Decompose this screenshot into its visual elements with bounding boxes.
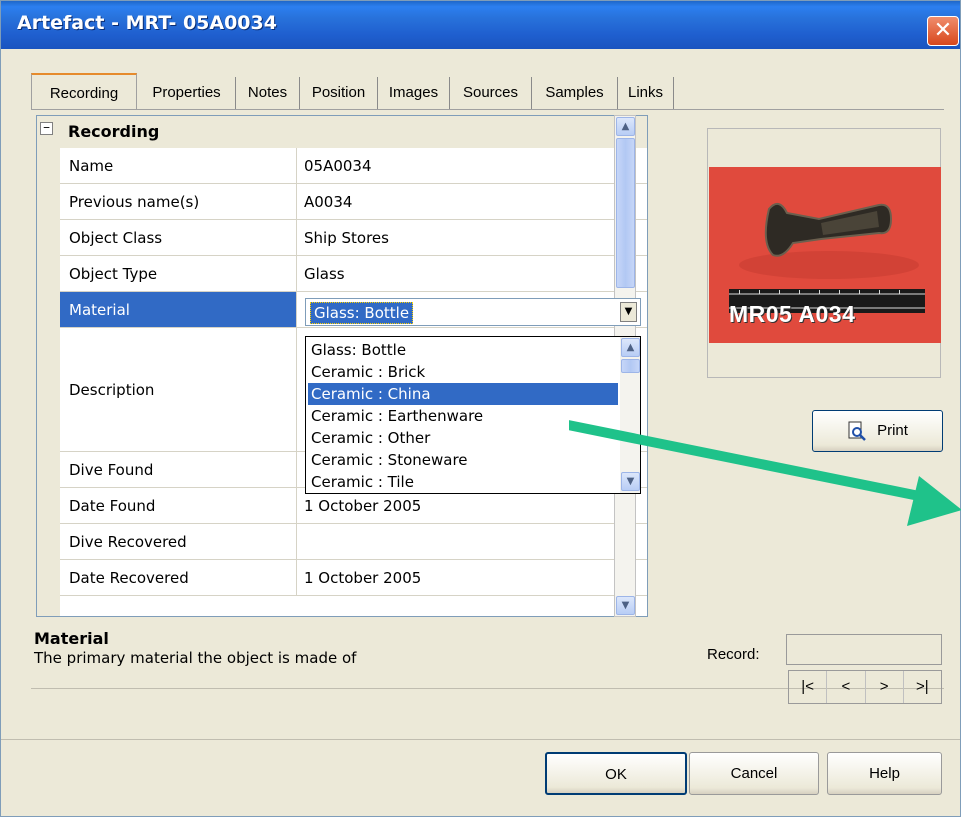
property-name: Material	[69, 300, 130, 319]
photo-caption: MR05 A034	[729, 301, 856, 327]
tab-recording[interactable]: Recording	[31, 73, 137, 109]
tab-notes[interactable]: Notes	[236, 77, 300, 109]
property-value[interactable]: Ship Stores	[304, 220, 624, 255]
cell-divider	[296, 560, 297, 595]
tab-position[interactable]: Position	[300, 77, 378, 109]
dropdown-option[interactable]: Glass: Bottle	[308, 339, 618, 361]
annotation-arrow	[569, 420, 961, 526]
next-record-button[interactable]: >	[866, 671, 904, 703]
first-record-button[interactable]: |<	[789, 671, 828, 703]
help-button[interactable]: Help	[827, 752, 942, 795]
tab-properties[interactable]: Properties	[138, 77, 236, 109]
property-value[interactable]: A0034	[304, 184, 624, 219]
tab-strip: Recording Properties Notes Position Imag…	[31, 73, 751, 109]
property-name: Object Type	[69, 264, 158, 283]
property-name: Previous name(s)	[69, 192, 200, 211]
cell-divider	[296, 328, 297, 451]
scroll-down-icon[interactable]: ▼	[616, 596, 635, 615]
property-name: Dive Recovered	[69, 532, 187, 551]
last-record-button[interactable]: >|	[904, 671, 941, 703]
cell-divider	[296, 184, 297, 219]
record-label: Record:	[707, 646, 760, 663]
tab-divider	[31, 109, 944, 110]
property-value[interactable]: 1 October 2005	[304, 560, 624, 595]
cell-divider	[296, 488, 297, 523]
property-name: Name	[69, 156, 114, 175]
cell-divider	[296, 256, 297, 291]
help-panel: Material The primary material the object…	[31, 622, 691, 688]
cell-divider	[296, 292, 297, 327]
title-bar[interactable]: Artefact - MRT- 05A0034 ✕	[1, 1, 960, 49]
cell-divider	[296, 148, 297, 183]
property-name: Dive Found	[69, 460, 154, 479]
material-selected-value[interactable]: Glass: Bottle	[310, 302, 414, 324]
artefact-dialog: Artefact - MRT- 05A0034 ✕ Recording Prop…	[0, 0, 961, 817]
cell-divider	[296, 524, 297, 559]
grid-row-object-type[interactable]: Object Type Glass	[60, 256, 647, 292]
scroll-up-icon[interactable]: ▲	[621, 338, 640, 357]
grid-row-dive-recovered[interactable]: Dive Recovered	[60, 524, 647, 560]
scroll-thumb[interactable]	[616, 138, 635, 288]
collapse-icon[interactable]: −	[40, 122, 53, 135]
tab-sources[interactable]: Sources	[450, 77, 532, 109]
tab-links[interactable]: Links	[618, 77, 674, 109]
grid-row-object-class[interactable]: Object Class Ship Stores	[60, 220, 647, 256]
record-navigator: |< < > >|	[788, 670, 942, 704]
property-value[interactable]: 05A0034	[304, 148, 624, 183]
property-value[interactable]: Glass	[304, 256, 624, 291]
previous-record-button[interactable]: <	[827, 671, 866, 703]
category-label: Recording	[68, 122, 160, 141]
grid-row-date-recovered[interactable]: Date Recovered 1 October 2005	[60, 560, 647, 596]
record-input[interactable]	[786, 634, 942, 665]
property-name: Date Recovered	[69, 568, 189, 587]
tab-images[interactable]: Images	[378, 77, 450, 109]
scroll-thumb[interactable]	[621, 359, 640, 373]
footer-divider	[1, 739, 960, 740]
property-name: Description	[69, 380, 155, 399]
dropdown-arrow-icon[interactable]: ▼	[620, 302, 637, 322]
category-row: Recording	[60, 116, 647, 148]
material-combobox[interactable]: Glass: Bottle ▼	[305, 298, 641, 326]
dropdown-option-highlighted[interactable]: Ceramic : China	[308, 383, 618, 405]
artefact-photo[interactable]: MR05 A034	[709, 167, 941, 343]
help-description: The primary material the object is made …	[34, 649, 357, 667]
ok-button[interactable]: OK	[545, 752, 687, 795]
property-name: Date Found	[69, 496, 156, 515]
dropdown-option[interactable]: Ceramic : Brick	[308, 361, 618, 383]
cell-divider	[296, 220, 297, 255]
grid-row-name[interactable]: Name 05A0034	[60, 148, 647, 184]
property-name: Object Class	[69, 228, 163, 247]
tab-samples[interactable]: Samples	[532, 77, 618, 109]
cell-divider	[296, 452, 297, 487]
close-icon[interactable]: ✕	[927, 16, 959, 46]
help-title: Material	[34, 629, 109, 648]
scroll-up-icon[interactable]: ▲	[616, 117, 635, 136]
cancel-button[interactable]: Cancel	[689, 752, 819, 795]
window-title: Artefact - MRT- 05A0034	[17, 12, 277, 34]
grid-margin: −	[37, 116, 60, 616]
grid-row-previous-names[interactable]: Previous name(s) A0034	[60, 184, 647, 220]
